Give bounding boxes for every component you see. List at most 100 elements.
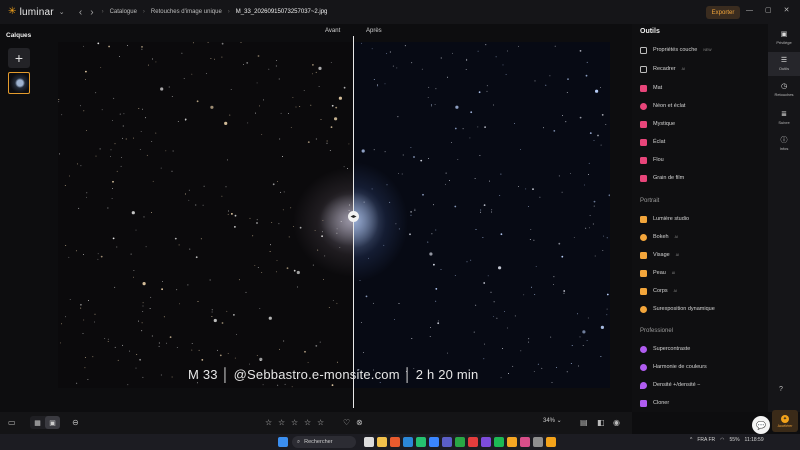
accelerate-button[interactable]: ✦ Accélérer <box>772 410 798 432</box>
image-canvas[interactable]: M 33 │ @Sebbastro.e-monsite.com │ 2 h 20… <box>58 42 610 388</box>
add-layer-button[interactable]: + <box>8 48 30 68</box>
chat-icon[interactable]: 💬 <box>752 416 770 434</box>
forward-arrow-icon[interactable]: › <box>90 7 93 18</box>
star <box>394 319 395 321</box>
before-after-divider[interactable] <box>353 36 354 408</box>
app-icon-9[interactable] <box>507 437 517 447</box>
luminar-taskbar-icon[interactable] <box>546 437 556 447</box>
rating-star-5-icon[interactable]: ☆ <box>317 417 324 429</box>
clock[interactable]: 11:18:59 <box>745 437 764 443</box>
app-icon-4[interactable] <box>442 437 452 447</box>
file-explorer-icon[interactable] <box>377 437 387 447</box>
tool-bokeh[interactable]: Bokeh AI <box>640 231 678 243</box>
breadcrumb-single-edit[interactable]: Retouches d'image unique <box>151 9 222 15</box>
star <box>279 348 281 350</box>
sidebar-toggle-icon[interactable]: ▭ <box>8 417 16 429</box>
tool-blur[interactable]: Flou <box>640 154 664 166</box>
app-icon-7[interactable] <box>481 437 491 447</box>
rating-star-1-icon[interactable]: ☆ <box>265 417 272 429</box>
rating-star-4-icon[interactable]: ☆ <box>304 417 311 429</box>
maximize-icon[interactable]: ▢ <box>765 6 772 14</box>
divider-handle-icon[interactable]: ◂▸ <box>348 211 359 222</box>
tool-skin[interactable]: Peau AI <box>640 267 675 279</box>
favorite-heart-icon[interactable]: ♡ <box>343 417 350 429</box>
zoom-level[interactable]: 34% ⌄ <box>543 417 562 424</box>
tool-dodge-burn[interactable]: Densité +/densité − <box>640 379 700 391</box>
rating-star-2-icon[interactable]: ☆ <box>278 417 285 429</box>
app-icon-2[interactable] <box>416 437 426 447</box>
layer-thumbnail[interactable] <box>8 72 30 94</box>
app-icon-3[interactable] <box>429 437 439 447</box>
back-arrow-icon[interactable]: ‹ <box>79 7 82 18</box>
app-icon-5[interactable] <box>455 437 465 447</box>
wifi-icon[interactable]: ◠ <box>720 437 724 443</box>
windows-start-icon[interactable] <box>278 437 288 447</box>
section-professional: Professionel <box>640 328 674 334</box>
star <box>84 357 86 359</box>
star <box>297 286 298 288</box>
tool-face[interactable]: Visage AI <box>640 249 679 261</box>
tool-mystical[interactable]: Mystique <box>640 118 675 130</box>
tool-studio-light[interactable]: Lumière studio <box>640 213 689 225</box>
tool-layer-properties[interactable]: Propriétés couche NEW <box>640 44 712 56</box>
taskbar-search[interactable]: ⌕ Rechercher <box>292 436 356 448</box>
tool-clone[interactable]: Cloner <box>640 397 669 409</box>
reject-icon[interactable]: ⊗ <box>356 417 363 429</box>
tool-film-grain[interactable]: Grain de film <box>640 172 684 184</box>
rating-star-3-icon[interactable]: ☆ <box>291 417 298 429</box>
star <box>500 173 502 175</box>
star <box>602 250 604 252</box>
language-indicator[interactable]: FRA FR <box>697 437 715 443</box>
star <box>410 214 412 216</box>
tool-glow[interactable]: Éclat <box>640 136 665 148</box>
battery-level[interactable]: 55% <box>730 437 740 443</box>
compare-icon[interactable]: ▤ <box>580 417 588 429</box>
starfield <box>58 42 610 388</box>
export-button[interactable]: Exporter <box>706 6 740 19</box>
preview-eye-icon[interactable]: ◉ <box>613 417 620 429</box>
grid-view-icon[interactable]: ▦ <box>30 416 45 429</box>
app-icon-10[interactable] <box>520 437 530 447</box>
tool-crop[interactable]: Recadrer AI <box>640 63 685 75</box>
tool-neon-glow[interactable]: Néon et éclat <box>640 100 685 112</box>
star <box>80 307 82 309</box>
edge-icon[interactable] <box>403 437 413 447</box>
rail-privilege[interactable]: ▣ Privilège <box>768 26 800 50</box>
tool-body[interactable]: Corps AI <box>640 285 677 297</box>
star <box>172 150 174 152</box>
rail-follow[interactable]: ≣ Suivre <box>768 106 800 130</box>
star <box>532 188 534 191</box>
star <box>593 139 595 141</box>
star <box>514 123 515 124</box>
single-view-icon[interactable]: ▣ <box>45 416 60 429</box>
star <box>434 103 436 105</box>
app-icon-11[interactable] <box>533 437 543 447</box>
star <box>196 100 199 103</box>
more-options-icon[interactable]: ⊖ <box>72 417 79 429</box>
star <box>535 266 537 268</box>
star <box>290 207 292 209</box>
gift-icon: ▣ <box>780 31 788 38</box>
tool-matte[interactable]: Mat <box>640 82 662 94</box>
tool-dynamic-overexposure[interactable]: Surexposition dynamique <box>640 303 715 315</box>
app-logo[interactable]: ✳ luminar ⌄ <box>8 7 65 18</box>
before-after-icon[interactable]: ◧ <box>597 417 605 429</box>
tool-color-harmony[interactable]: Harmonie de couleurs <box>640 361 707 373</box>
rail-info[interactable]: ⓘ Infos <box>768 132 800 156</box>
rail-edits[interactable]: ◷ Retouches <box>768 78 800 102</box>
breadcrumb-catalog[interactable]: Catalogue <box>110 9 137 15</box>
tray-chevron-icon[interactable]: ^ <box>690 437 692 443</box>
app-icon-8[interactable] <box>494 437 504 447</box>
star <box>114 143 116 145</box>
rail-tools[interactable]: ☰ Outils <box>768 52 800 76</box>
task-view-icon[interactable] <box>364 437 374 447</box>
star <box>143 216 145 218</box>
tool-supercontrast[interactable]: Supercontraste <box>640 343 690 355</box>
minimize-icon[interactable]: — <box>746 7 753 14</box>
star <box>295 106 297 108</box>
close-icon[interactable]: ✕ <box>784 6 790 14</box>
help-icon[interactable]: ? <box>779 386 783 393</box>
app-icon-1[interactable] <box>390 437 400 447</box>
star <box>445 172 447 174</box>
app-icon-6[interactable] <box>468 437 478 447</box>
